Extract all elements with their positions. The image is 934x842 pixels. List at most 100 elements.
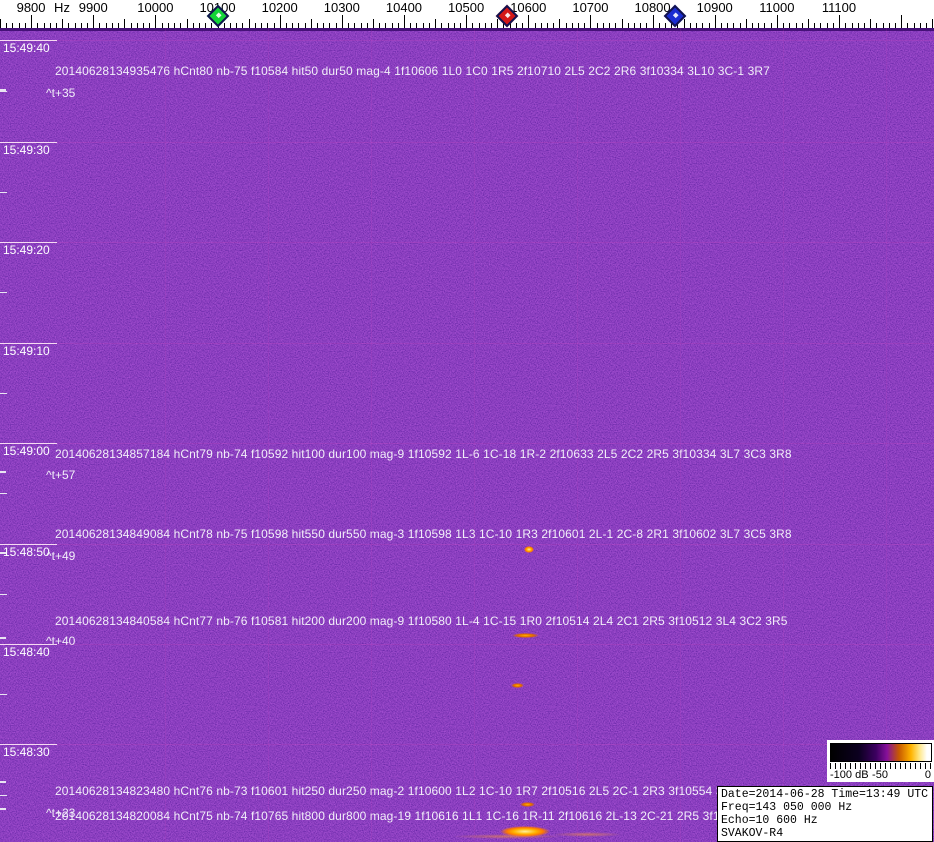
freq-tick: [559, 19, 561, 28]
freq-tick: [317, 23, 318, 28]
freq-tick: [198, 23, 200, 28]
freq-tick: [211, 23, 213, 28]
freq-tick: [74, 23, 76, 28]
infobox-line: SVAKOV-R4: [721, 827, 784, 840]
freq-axis-label: 9800: [16, 0, 46, 15]
freq-tick: [758, 23, 760, 28]
event-time-marker: ^t+23: [46, 806, 76, 820]
freq-tick: [739, 23, 741, 28]
time-label: 15:48:40: [3, 645, 50, 659]
grid-line-v: [268, 28, 269, 842]
station-info-box: Date=2014-06-28 Time=13:49 UTC Freq=143 0…: [717, 786, 933, 842]
freq-tick: [341, 15, 343, 28]
freq-tick: [497, 19, 499, 28]
freq-tick: [696, 23, 698, 28]
freq-tick: [248, 19, 250, 28]
freq-tick: [702, 23, 704, 28]
freq-tick: [261, 23, 262, 28]
freq-tick: [783, 23, 785, 28]
freq-tick: [130, 23, 132, 28]
freq-axis-label: 10900: [696, 0, 733, 15]
time-label: 15:49:20: [3, 243, 50, 257]
freq-tick: [528, 15, 530, 28]
freq-tick: [118, 23, 120, 28]
freq-tick: [397, 23, 399, 28]
freq-tick: [615, 23, 617, 28]
freq-tick: [764, 23, 766, 28]
freq-axis-label: 10200: [261, 0, 298, 15]
freq-tick: [609, 23, 611, 28]
colorbar-tick: [915, 763, 916, 769]
freq-tick: [515, 23, 517, 28]
infobox-line: Echo=10 600 Hz: [721, 814, 818, 827]
freq-tick: [285, 23, 287, 28]
grid-line-v: [886, 28, 887, 842]
freq-tick: [0, 19, 1, 28]
freq-tick: [459, 23, 461, 28]
freq-tick: [590, 15, 592, 28]
time-label: 15:49:00: [3, 444, 50, 458]
time-minor-tick: [0, 393, 7, 394]
freq-tick: [752, 23, 753, 28]
freq-tick: [720, 23, 722, 28]
spectrogram-overlay: 15:49:40 15:49:30 15:49:20 15:49:10 15:49:00…: [0, 0, 934, 842]
event-tick: [0, 552, 6, 554]
freq-tick: [31, 15, 33, 28]
freq-tick: [12, 23, 14, 28]
event-tick: [0, 89, 6, 91]
time-minor-tick: [0, 493, 7, 494]
freq-tick: [192, 23, 194, 28]
grid-line-v: [783, 28, 784, 842]
freq-tick: [161, 23, 163, 28]
grid-line-v: [474, 28, 475, 842]
freq-tick: [534, 23, 536, 28]
freq-tick: [584, 23, 586, 28]
freq-tick: [578, 23, 579, 28]
colorbar-label: -100 dB: [830, 769, 869, 781]
freq-tick: [292, 23, 294, 28]
time-minor-tick: [0, 192, 7, 193]
freq-tick: [484, 23, 486, 28]
time-minor-tick: [0, 795, 7, 796]
event-tick: [0, 781, 6, 783]
colorbar-label: -50: [872, 769, 888, 781]
freq-tick: [24, 23, 26, 28]
colorbar-label: 0: [924, 769, 931, 781]
freq-tick: [37, 23, 39, 28]
colorbar-tick: [870, 763, 871, 769]
marker-glint: [215, 12, 222, 19]
freq-axis-label: 10400: [385, 0, 423, 15]
freq-tick: [845, 23, 847, 28]
grid-line-v: [165, 28, 166, 842]
freq-axis-label: 11000: [759, 0, 795, 15]
echo-blob: [452, 834, 562, 839]
colorbar-gradient: [830, 743, 932, 762]
freq-tick: [776, 15, 778, 28]
grid-line-v: [371, 28, 372, 842]
freq-tick: [820, 23, 822, 28]
freq-tick: [49, 23, 51, 28]
freq-tick: [441, 23, 443, 28]
freq-tick: [882, 23, 884, 28]
spectrogram-view: 15:49:40 15:49:30 15:49:20 15:49:10 15:49:00…: [0, 0, 934, 842]
echo-blob: [512, 633, 539, 638]
freq-tick: [354, 23, 356, 28]
detection-text: 20140628134820084 hCnt75 nb-74 f10765 hi…: [55, 809, 805, 823]
colorbar-tick: [895, 763, 896, 769]
freq-tick: [404, 15, 405, 28]
freq-tick: [832, 23, 834, 28]
colorbar-tick: [905, 763, 906, 769]
freq-tick: [323, 23, 325, 28]
marker-glint: [672, 12, 679, 19]
freq-axis-label: 10500: [448, 0, 485, 15]
freq-axis-label: 9900: [78, 0, 108, 15]
time-label: 15:48:30: [3, 745, 50, 759]
freq-tick: [621, 19, 623, 28]
freq-axis-unit: Hz: [54, 0, 70, 15]
freq-tick: [466, 15, 468, 28]
freq-tick: [795, 23, 797, 28]
echo-blob: [520, 802, 535, 807]
freq-tick: [242, 23, 244, 28]
freq-tick: [876, 23, 878, 28]
freq-tick: [522, 23, 524, 28]
